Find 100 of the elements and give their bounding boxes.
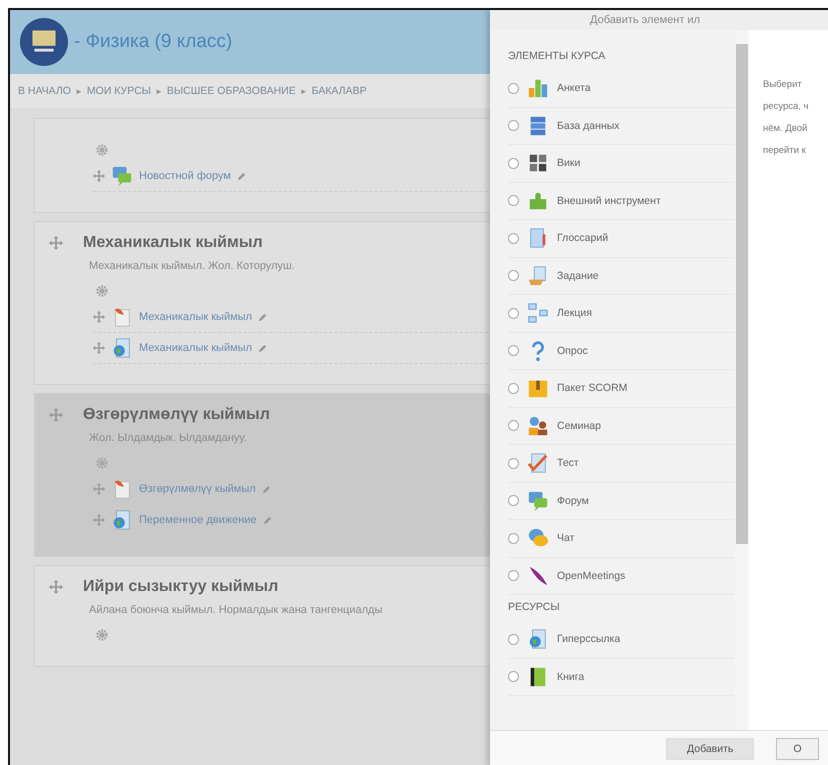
chat-bubbles-icon bbox=[527, 527, 549, 550]
option-row[interactable]: Внешний инструмент bbox=[508, 182, 735, 220]
radio-button[interactable] bbox=[508, 270, 519, 282]
activity-link[interactable]: Механикалык кыймыл bbox=[139, 311, 252, 323]
option-label: Чат bbox=[557, 532, 574, 544]
option-label: Внешний инструмент bbox=[557, 194, 661, 207]
activity-link[interactable]: Новостной форум bbox=[139, 170, 231, 182]
option-row[interactable]: Чат bbox=[508, 520, 735, 558]
secondary-button[interactable]: О bbox=[776, 738, 819, 760]
option-row[interactable]: Форум bbox=[508, 482, 735, 520]
radio-button[interactable] bbox=[508, 308, 519, 319]
settings-icon[interactable] bbox=[95, 143, 109, 157]
option-row[interactable]: Лекция bbox=[508, 295, 735, 332]
group-heading: ЭЛЕМЕНТЫ КУРСА bbox=[508, 50, 606, 62]
logo-icon bbox=[20, 18, 68, 66]
feather-icon bbox=[527, 564, 549, 587]
section-title: Ийри сызыктуу кыймыл bbox=[83, 578, 278, 596]
option-label: Форум bbox=[557, 494, 589, 507]
option-row[interactable]: OpenMeetings bbox=[508, 558, 735, 595]
pencil-icon[interactable] bbox=[262, 516, 272, 524]
radio-button[interactable] bbox=[508, 120, 519, 132]
option-row[interactable]: Тест bbox=[508, 445, 735, 482]
radio-button[interactable] bbox=[508, 495, 519, 506]
option-label: Семинар bbox=[557, 420, 601, 432]
help-text: перейти к bbox=[763, 144, 807, 158]
settings-icon[interactable] bbox=[95, 456, 109, 470]
move-icon[interactable] bbox=[93, 514, 105, 526]
globe-document-icon bbox=[111, 509, 133, 531]
option-label: Гиперссылка bbox=[557, 633, 620, 646]
breadcrumb-separator: ► bbox=[300, 86, 308, 96]
move-icon[interactable] bbox=[49, 236, 63, 250]
help-text: ресурса, ч bbox=[763, 100, 810, 114]
help-text: Выберит bbox=[763, 78, 803, 92]
option-label: OpenMeetings bbox=[557, 570, 626, 582]
option-label: Глоссарий bbox=[557, 232, 608, 244]
section-summary: Механикалык кыймыл. Жол. Которулуш. bbox=[89, 260, 296, 272]
help-text: нём. Двой bbox=[763, 122, 808, 136]
radio-button[interactable] bbox=[508, 82, 519, 94]
option-row[interactable]: Вики bbox=[508, 145, 735, 182]
radio-button[interactable] bbox=[508, 458, 519, 469]
move-icon[interactable] bbox=[49, 580, 63, 594]
settings-icon[interactable] bbox=[95, 284, 109, 298]
bar-chart-icon bbox=[527, 77, 549, 100]
breadcrumb-link[interactable]: БАКАЛАВР bbox=[312, 85, 367, 97]
breadcrumb-separator: ► bbox=[74, 86, 83, 96]
radio-button[interactable] bbox=[508, 570, 519, 582]
pencil-icon[interactable] bbox=[258, 312, 267, 322]
activity-link[interactable]: Механикалык кыймыл bbox=[139, 342, 252, 354]
section-title: Өзгөрүлмөлүү кыймыл bbox=[83, 406, 270, 424]
move-icon[interactable] bbox=[93, 483, 105, 495]
hand-paper-icon bbox=[527, 264, 549, 287]
move-icon[interactable] bbox=[93, 311, 105, 323]
option-row[interactable]: Глоссарий bbox=[508, 220, 735, 258]
radio-button[interactable] bbox=[508, 420, 519, 432]
move-icon[interactable] bbox=[93, 342, 105, 354]
option-row[interactable]: Семинар bbox=[508, 408, 735, 445]
pencil-icon[interactable] bbox=[258, 344, 267, 352]
dialog-title: Добавить элемент ил bbox=[590, 14, 700, 26]
option-row[interactable]: Пакет SCORM bbox=[508, 370, 735, 408]
option-row[interactable]: База данных bbox=[508, 108, 735, 145]
course-title: - Физика (9 класс) bbox=[74, 31, 232, 53]
option-row[interactable]: Опрос bbox=[508, 332, 735, 370]
settings-icon[interactable] bbox=[95, 628, 109, 642]
flowchart-icon bbox=[527, 302, 549, 324]
pencil-icon[interactable] bbox=[262, 484, 271, 494]
option-label: Тест bbox=[557, 457, 579, 470]
option-label: Лекция bbox=[557, 307, 592, 320]
option-label: База данных bbox=[557, 120, 620, 132]
option-label: Анкета bbox=[557, 82, 591, 94]
option-label: Опрос bbox=[557, 344, 588, 357]
option-row[interactable]: Задание bbox=[508, 258, 735, 295]
radio-button[interactable] bbox=[508, 158, 519, 169]
breadcrumb-separator: ► bbox=[154, 86, 163, 96]
section-summary: Жол. Ылдамдык. Ылдамдануу. bbox=[89, 432, 248, 444]
radio-button[interactable] bbox=[508, 532, 519, 544]
radio-button[interactable] bbox=[508, 634, 519, 645]
breadcrumb-link[interactable]: В НАЧАЛО bbox=[18, 85, 71, 97]
radio-button[interactable] bbox=[508, 345, 519, 356]
puzzle-grid-icon bbox=[527, 152, 549, 174]
option-label: Книга bbox=[557, 670, 584, 683]
move-icon[interactable] bbox=[93, 170, 105, 182]
move-icon[interactable] bbox=[49, 408, 63, 422]
breadcrumb-link[interactable]: ВЫСШЕЕ ОБРАЗОВАНИЕ bbox=[166, 85, 296, 97]
radio-button[interactable] bbox=[508, 232, 519, 244]
radio-button[interactable] bbox=[508, 195, 519, 206]
option-row[interactable]: Гиперссылка bbox=[508, 621, 735, 658]
radio-button[interactable] bbox=[508, 671, 519, 682]
people-icon bbox=[527, 414, 549, 437]
option-row[interactable]: Книга bbox=[508, 658, 735, 696]
pencil-icon[interactable] bbox=[236, 172, 246, 180]
scrollbar[interactable] bbox=[735, 30, 749, 730]
speech-bubbles-icon bbox=[111, 165, 133, 187]
radio-button[interactable] bbox=[508, 382, 519, 394]
globe-document-icon bbox=[111, 337, 133, 359]
add-button[interactable]: Добавить bbox=[666, 738, 754, 760]
option-row[interactable]: Анкета bbox=[508, 70, 735, 108]
section-title: Механикалык кыймыл bbox=[83, 234, 263, 252]
breadcrumb-link[interactable]: МОИ КУРСЫ bbox=[86, 85, 151, 97]
option-label: Вики bbox=[557, 157, 580, 170]
section-summary: Айлана боюнча кыймыл. Нормалдык жана тангенциалды bbox=[89, 604, 384, 616]
